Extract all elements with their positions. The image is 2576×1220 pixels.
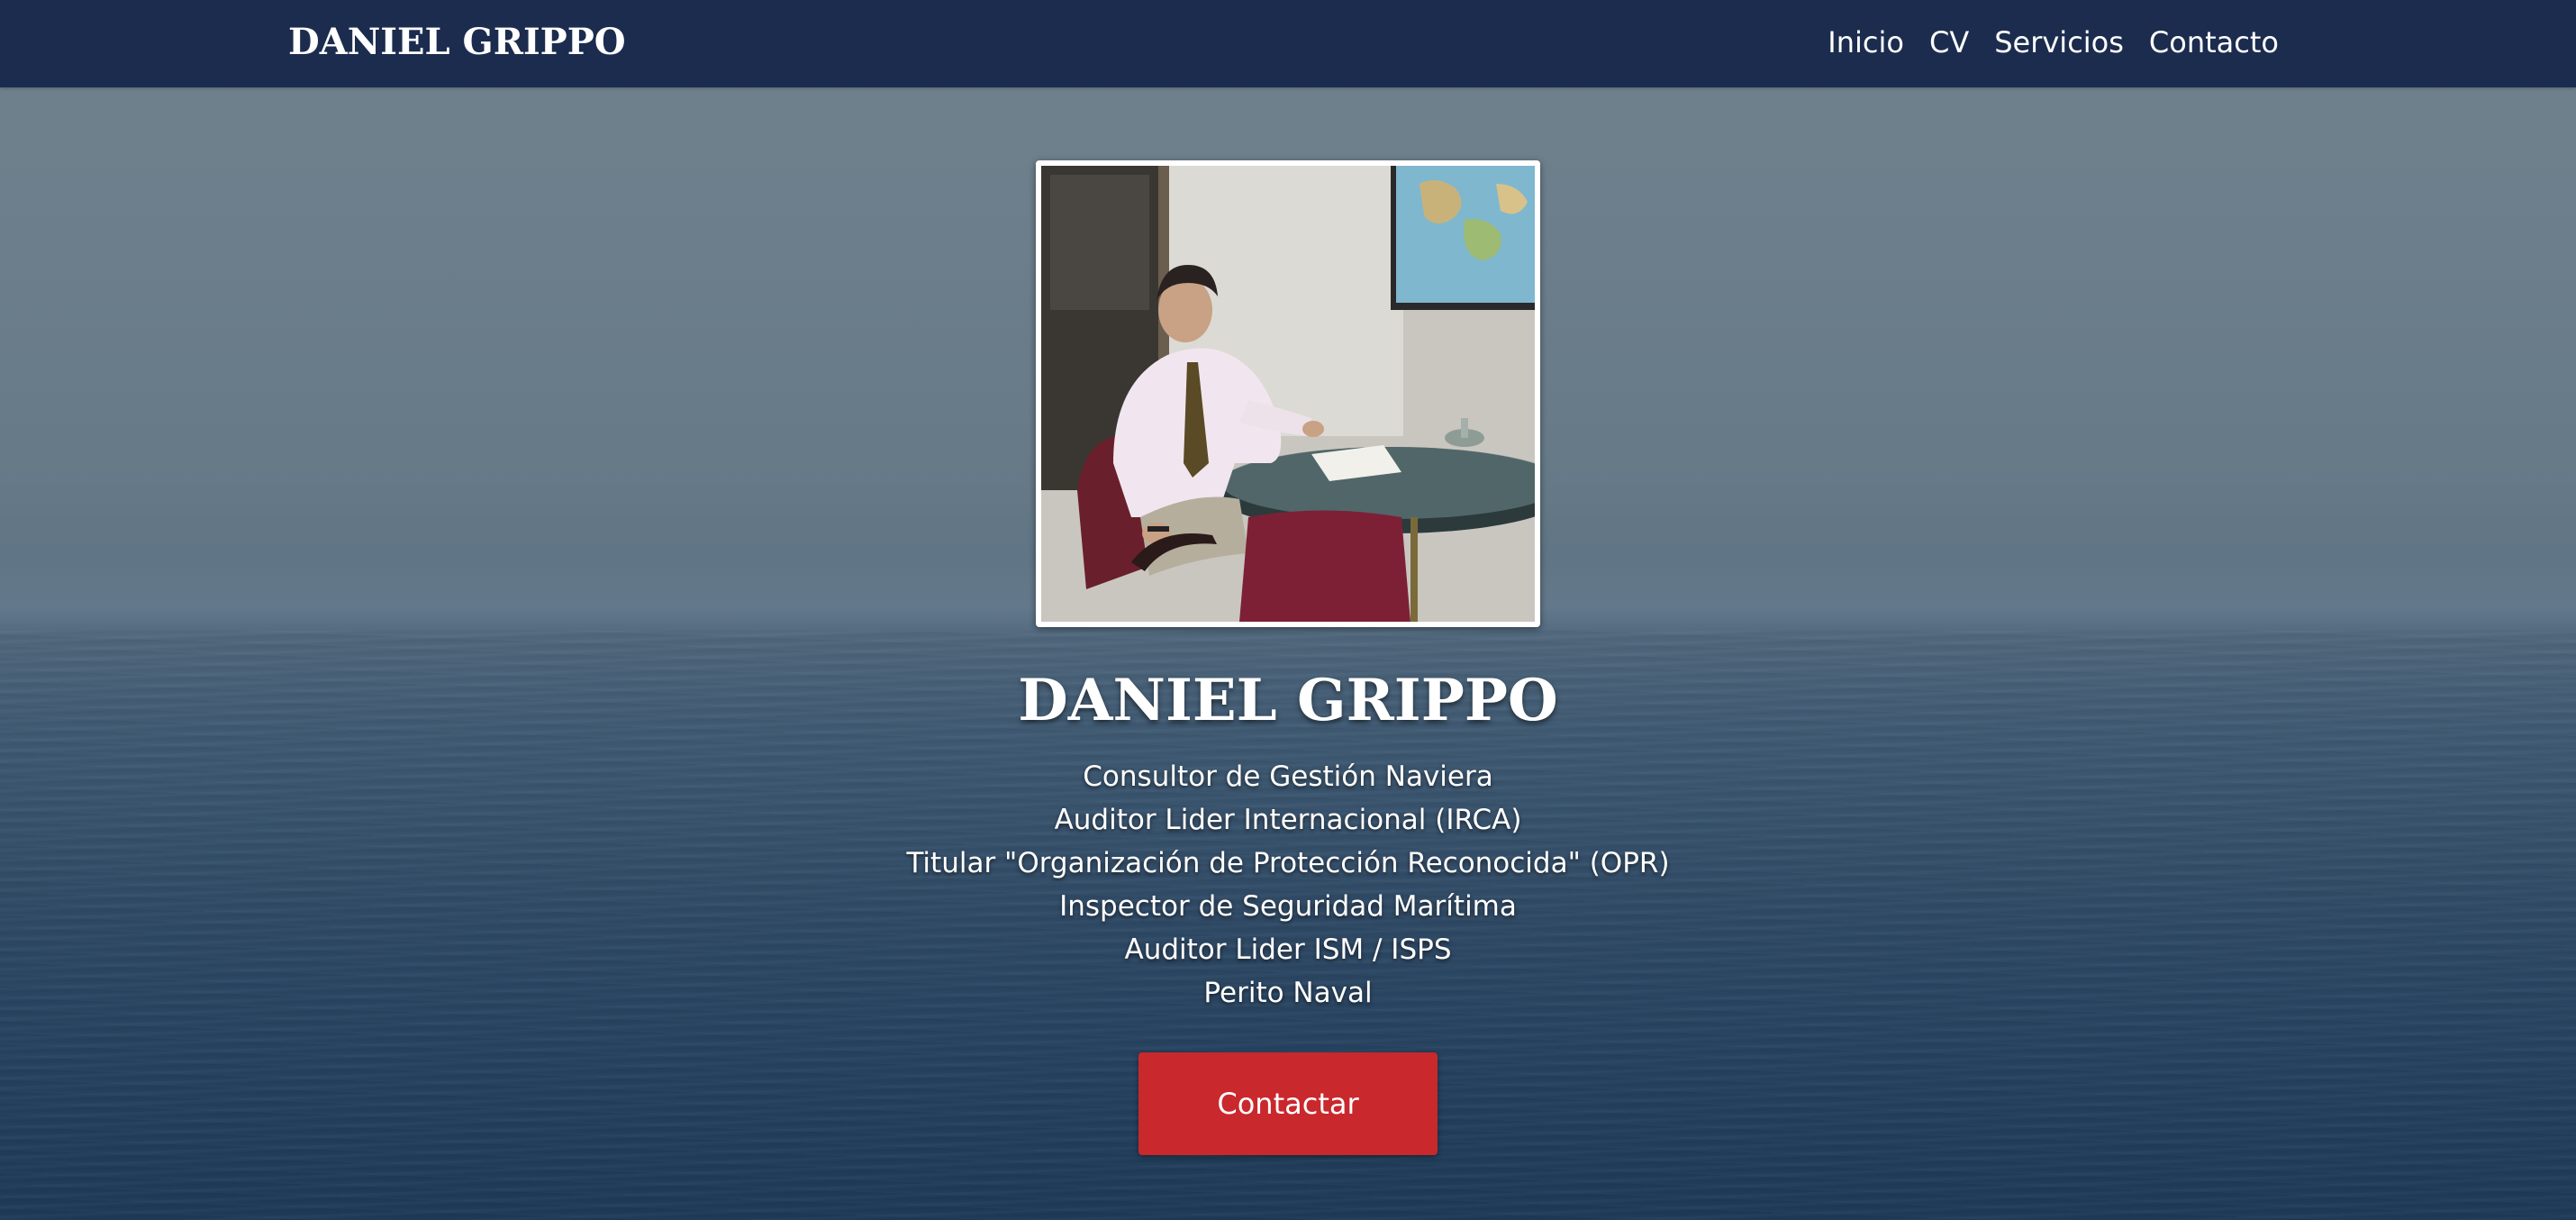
role-item: Consultor de Gestión Naviera — [1083, 760, 1493, 793]
profile-photo — [1041, 166, 1535, 622]
navbar: DANIEL GRIPPO Inicio CV Servicios Contac… — [0, 0, 2576, 87]
nav-item-inicio: Inicio — [1828, 22, 1904, 63]
role-item: Titular "Organización de Protección Reco… — [906, 847, 1670, 879]
brand-link[interactable]: DANIEL GRIPPO — [288, 18, 626, 67]
role-item: Auditor Lider Internacional (IRCA) — [1054, 804, 1522, 836]
profile-photo-illustration — [1041, 166, 1535, 622]
contactar-button[interactable]: Contactar — [1138, 1052, 1438, 1155]
role-item: Inspector de Seguridad Marítima — [1059, 890, 1517, 923]
nav-menu: Inicio CV Servicios Contacto — [1828, 22, 2279, 63]
profile-photo-frame — [1036, 160, 1540, 627]
nav-link-cv[interactable]: CV — [1929, 25, 1969, 59]
nav-item-cv: CV — [1929, 22, 1969, 63]
nav-item-contacto: Contacto — [2149, 22, 2279, 63]
role-item: Auditor Lider ISM / ISPS — [1124, 933, 1452, 966]
role-item: Perito Naval — [1203, 977, 1373, 1009]
nav-link-inicio[interactable]: Inicio — [1828, 25, 1904, 59]
nav-link-servicios[interactable]: Servicios — [1994, 25, 2124, 59]
roles-list: Consultor de Gestión Naviera Auditor Lid… — [0, 755, 2576, 1015]
hero-title: DANIEL GRIPPO — [1018, 667, 1558, 734]
nav-item-servicios: Servicios — [1994, 22, 2124, 63]
nav-link-contacto[interactable]: Contacto — [2149, 25, 2279, 59]
